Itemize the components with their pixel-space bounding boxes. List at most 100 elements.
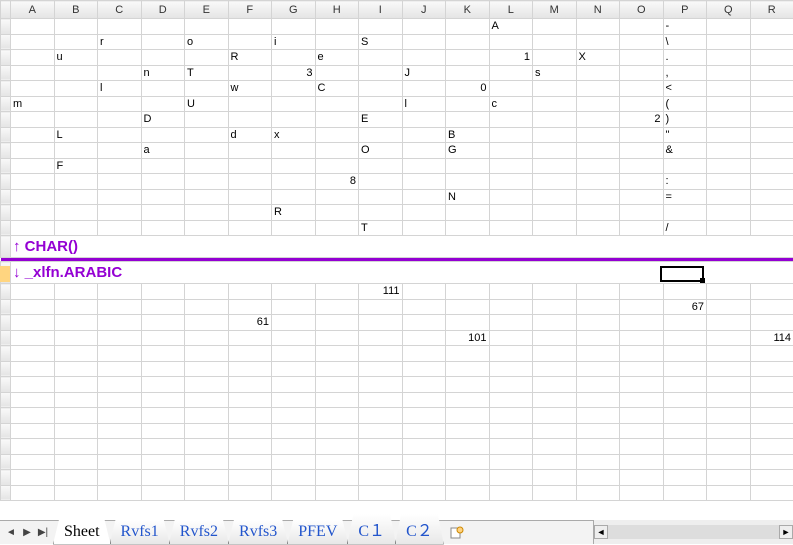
cell-L26[interactable] bbox=[489, 408, 533, 424]
cell-R1[interactable] bbox=[750, 19, 793, 35]
cell-O2[interactable] bbox=[620, 34, 664, 50]
cell-E18[interactable] bbox=[185, 284, 229, 300]
cell-K13[interactable] bbox=[446, 205, 490, 221]
cell-J22[interactable] bbox=[402, 346, 446, 362]
cell-A30[interactable] bbox=[11, 470, 55, 486]
row-header[interactable] bbox=[1, 127, 11, 143]
cell-G4[interactable]: 3 bbox=[272, 65, 316, 81]
cell-L31[interactable] bbox=[489, 485, 533, 501]
cell-E21[interactable] bbox=[185, 330, 229, 346]
cell-O30[interactable] bbox=[620, 470, 664, 486]
cell-Q5[interactable] bbox=[707, 81, 751, 97]
cell-I10[interactable] bbox=[359, 158, 403, 174]
cell-O24[interactable] bbox=[620, 377, 664, 393]
cell-H29[interactable] bbox=[315, 454, 359, 470]
cell-P18[interactable] bbox=[663, 284, 707, 300]
cell-K10[interactable] bbox=[446, 158, 490, 174]
cell-R24[interactable] bbox=[750, 377, 793, 393]
cell-C19[interactable] bbox=[98, 299, 142, 315]
row-header[interactable] bbox=[1, 423, 11, 439]
row-header[interactable] bbox=[1, 205, 11, 221]
cell-R25[interactable] bbox=[750, 392, 793, 408]
cell-N10[interactable] bbox=[576, 158, 620, 174]
cell-Q20[interactable] bbox=[707, 315, 751, 331]
cell-B13[interactable] bbox=[54, 205, 98, 221]
cell-F31[interactable] bbox=[228, 485, 272, 501]
cell-N7[interactable] bbox=[576, 112, 620, 128]
cell-K22[interactable] bbox=[446, 346, 490, 362]
cell-L27[interactable] bbox=[489, 423, 533, 439]
cell-A3[interactable] bbox=[11, 50, 55, 66]
col-header-A[interactable]: A bbox=[11, 1, 55, 19]
cell-C1[interactable] bbox=[98, 19, 142, 35]
cell-Q19[interactable] bbox=[707, 299, 751, 315]
cell-J3[interactable] bbox=[402, 50, 446, 66]
cell-F30[interactable] bbox=[228, 470, 272, 486]
cell-D7[interactable]: D bbox=[141, 112, 185, 128]
cell-E19[interactable] bbox=[185, 299, 229, 315]
cell-L9[interactable] bbox=[489, 143, 533, 159]
cell-F22[interactable] bbox=[228, 346, 272, 362]
cell-Q22[interactable] bbox=[707, 346, 751, 362]
cell-R22[interactable] bbox=[750, 346, 793, 362]
cell-I24[interactable] bbox=[359, 377, 403, 393]
cell-P25[interactable] bbox=[663, 392, 707, 408]
cell-Q24[interactable] bbox=[707, 377, 751, 393]
cell-J31[interactable] bbox=[402, 485, 446, 501]
cell-G9[interactable] bbox=[272, 143, 316, 159]
cell-N13[interactable] bbox=[576, 205, 620, 221]
cell-E7[interactable] bbox=[185, 112, 229, 128]
cell-M24[interactable] bbox=[533, 377, 577, 393]
col-header-E[interactable]: E bbox=[185, 1, 229, 19]
cell-A29[interactable] bbox=[11, 454, 55, 470]
cell-M3[interactable] bbox=[533, 50, 577, 66]
cell-G28[interactable] bbox=[272, 439, 316, 455]
cell-R26[interactable] bbox=[750, 408, 793, 424]
cell-H10[interactable] bbox=[315, 158, 359, 174]
row-header[interactable] bbox=[1, 470, 11, 486]
cell-N4[interactable] bbox=[576, 65, 620, 81]
cell-Q13[interactable] bbox=[707, 205, 751, 221]
cell-D24[interactable] bbox=[141, 377, 185, 393]
cell-P20[interactable] bbox=[663, 315, 707, 331]
cell-K25[interactable] bbox=[446, 392, 490, 408]
cell-A7[interactable] bbox=[11, 112, 55, 128]
cell-Q2[interactable] bbox=[707, 34, 751, 50]
cell-D14[interactable] bbox=[141, 220, 185, 236]
cell-K12[interactable]: N bbox=[446, 189, 490, 205]
cell-A11[interactable] bbox=[11, 174, 55, 190]
cell-A14[interactable] bbox=[11, 220, 55, 236]
cell-P31[interactable] bbox=[663, 485, 707, 501]
cell-B10[interactable]: F bbox=[54, 158, 98, 174]
cell-B4[interactable] bbox=[54, 65, 98, 81]
cell-G23[interactable] bbox=[272, 361, 316, 377]
row-header[interactable] bbox=[1, 299, 11, 315]
cell-D2[interactable] bbox=[141, 34, 185, 50]
row-header[interactable] bbox=[1, 439, 11, 455]
cell-H6[interactable] bbox=[315, 96, 359, 112]
cell-D22[interactable] bbox=[141, 346, 185, 362]
cell-B5[interactable] bbox=[54, 81, 98, 97]
cell-K5[interactable]: 0 bbox=[446, 81, 490, 97]
cell-H7[interactable] bbox=[315, 112, 359, 128]
cell-O9[interactable] bbox=[620, 143, 664, 159]
cell-A5[interactable] bbox=[11, 81, 55, 97]
cell-K20[interactable] bbox=[446, 315, 490, 331]
cell-O4[interactable] bbox=[620, 65, 664, 81]
cell-R4[interactable] bbox=[750, 65, 793, 81]
cell-Q1[interactable] bbox=[707, 19, 751, 35]
cell-H3[interactable]: e bbox=[315, 50, 359, 66]
cell-I20[interactable] bbox=[359, 315, 403, 331]
cell-F20[interactable]: 61 bbox=[228, 315, 272, 331]
row-header[interactable] bbox=[1, 96, 11, 112]
cell-Q6[interactable] bbox=[707, 96, 751, 112]
cell-L29[interactable] bbox=[489, 454, 533, 470]
cell-I19[interactable] bbox=[359, 299, 403, 315]
cell-Q14[interactable] bbox=[707, 220, 751, 236]
cell-A9[interactable] bbox=[11, 143, 55, 159]
cell-D12[interactable] bbox=[141, 189, 185, 205]
cell-K30[interactable] bbox=[446, 470, 490, 486]
cell-I8[interactable] bbox=[359, 127, 403, 143]
cell-A6[interactable]: m bbox=[11, 96, 55, 112]
cell-J23[interactable] bbox=[402, 361, 446, 377]
